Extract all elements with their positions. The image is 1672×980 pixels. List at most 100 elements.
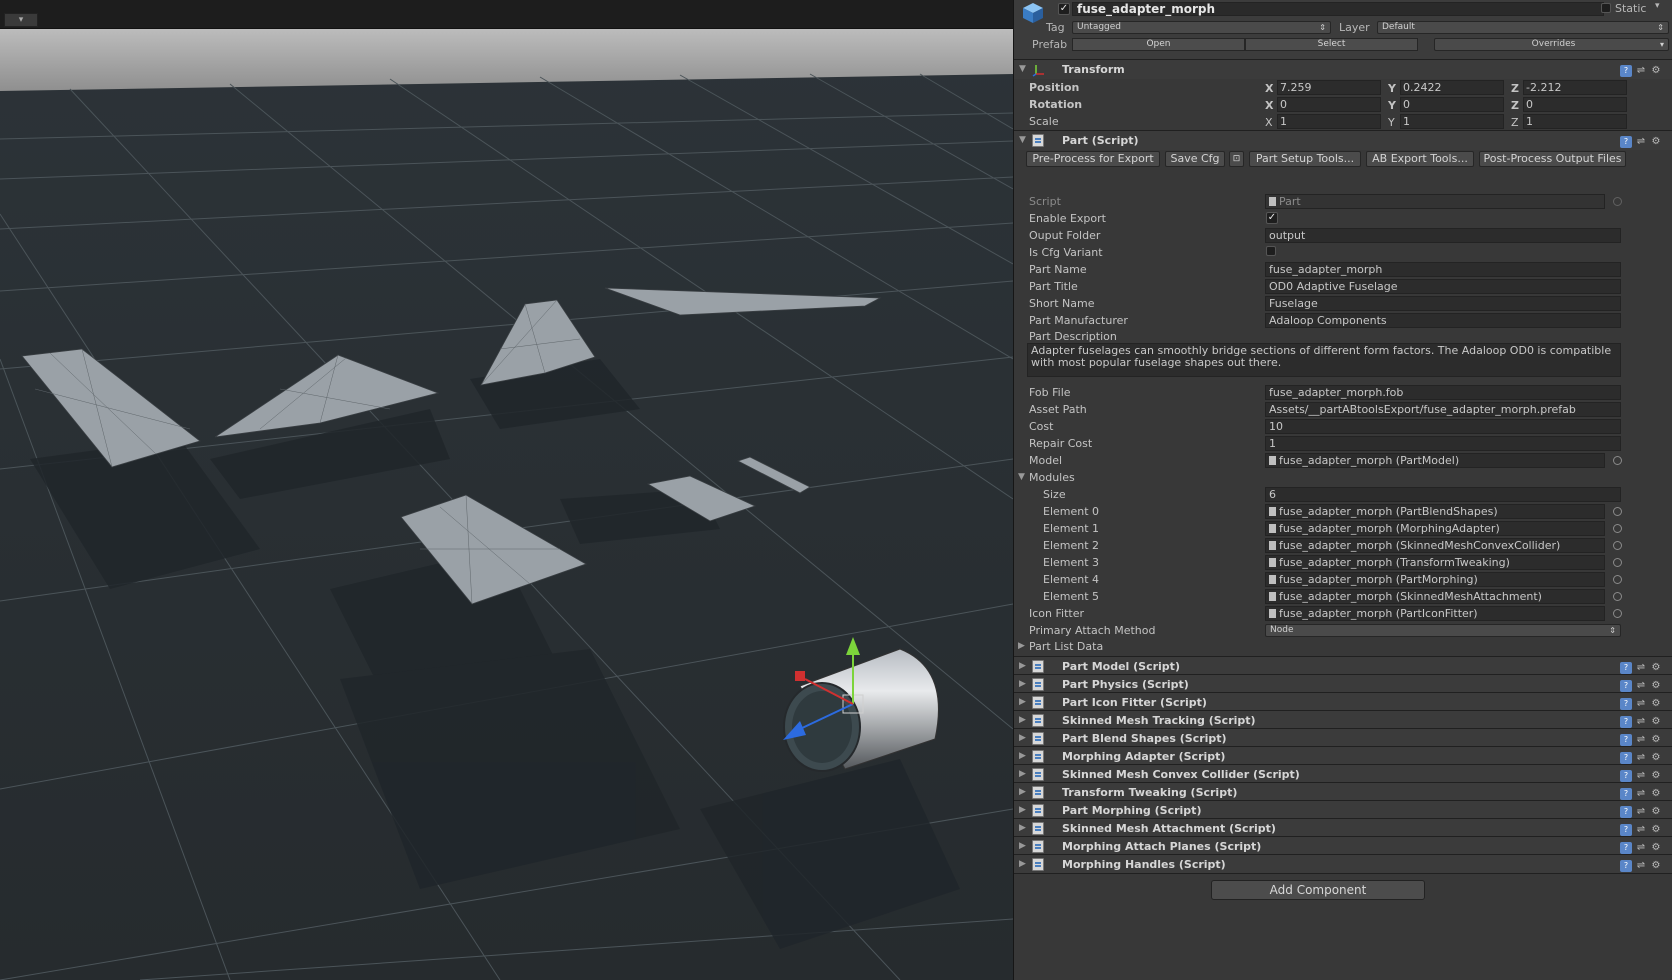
- foldout-collapsed-icon[interactable]: ▶: [1019, 679, 1026, 689]
- static-dropdown-arrow[interactable]: ▾: [1655, 1, 1660, 11]
- preset-icon[interactable]: ⇌: [1635, 65, 1647, 77]
- foldout-expanded-icon[interactable]: ▼: [1019, 64, 1026, 74]
- repair-cost-field[interactable]: 1: [1265, 436, 1621, 451]
- help-book-icon[interactable]: ?: [1620, 698, 1632, 710]
- post-process-output-button[interactable]: Post-Process Output Files: [1479, 151, 1626, 167]
- component-header[interactable]: ▶ Morphing Handles (Script) ? ⇌ ⚙: [1014, 854, 1672, 874]
- component-header[interactable]: ▶ Skinned Mesh Tracking (Script) ? ⇌ ⚙: [1014, 710, 1672, 730]
- enable-export-checkbox[interactable]: ✓: [1266, 212, 1278, 224]
- tag-dropdown[interactable]: Untagged ⇕: [1072, 21, 1331, 34]
- element-field[interactable]: fuse_adapter_morph (SkinnedMeshConvexCol…: [1265, 538, 1605, 553]
- foldout-collapsed-icon[interactable]: ▶: [1019, 841, 1026, 851]
- component-header[interactable]: ▶ Part Physics (Script) ? ⇌ ⚙: [1014, 674, 1672, 694]
- component-header[interactable]: ▶ Skinned Mesh Attachment (Script) ? ⇌ ⚙: [1014, 818, 1672, 838]
- gear-icon[interactable]: ⚙: [1650, 136, 1662, 148]
- short-name-field[interactable]: Fuselage: [1265, 296, 1621, 311]
- foldout-collapsed-icon[interactable]: ▶: [1019, 697, 1026, 707]
- layer-dropdown[interactable]: Default ⇕: [1377, 21, 1669, 34]
- modules-row[interactable]: ▼ Modules: [1014, 469, 1672, 486]
- preset-icon[interactable]: ⇌: [1635, 788, 1647, 800]
- gear-icon[interactable]: ⚙: [1650, 806, 1662, 818]
- help-book-icon[interactable]: ?: [1620, 65, 1632, 77]
- foldout-expanded-icon[interactable]: ▼: [1018, 472, 1025, 482]
- gear-icon[interactable]: ⚙: [1650, 860, 1662, 872]
- ouput-folder-field[interactable]: output: [1265, 228, 1621, 243]
- help-book-icon[interactable]: ?: [1620, 806, 1632, 818]
- ab-export-tools-button[interactable]: AB Export Tools...: [1366, 151, 1474, 167]
- part-name-field[interactable]: fuse_adapter_morph: [1265, 262, 1621, 277]
- active-checkbox[interactable]: ✓: [1058, 3, 1070, 15]
- preset-icon[interactable]: ⇌: [1635, 680, 1647, 692]
- gear-icon[interactable]: ⚙: [1650, 824, 1662, 836]
- foldout-collapsed-icon[interactable]: ▶: [1019, 661, 1026, 671]
- foldout-expanded-icon[interactable]: ▼: [1019, 135, 1026, 145]
- help-book-icon[interactable]: ?: [1620, 860, 1632, 872]
- help-book-icon[interactable]: ?: [1620, 824, 1632, 836]
- preset-icon[interactable]: ⇌: [1635, 136, 1647, 148]
- element-field[interactable]: fuse_adapter_morph (TransformTweaking): [1265, 555, 1605, 570]
- preset-icon[interactable]: ⇌: [1635, 842, 1647, 854]
- object-picker-icon[interactable]: [1613, 541, 1622, 550]
- preset-icon[interactable]: ⇌: [1635, 734, 1647, 746]
- object-picker-icon[interactable]: [1613, 575, 1622, 584]
- part-script-header[interactable]: ▼ Part (Script) ? ⇌ ⚙: [1014, 130, 1672, 150]
- part-title-field[interactable]: OD0 Adaptive Fuselage: [1265, 279, 1621, 294]
- gear-icon[interactable]: ⚙: [1650, 752, 1662, 764]
- icon-fitter-field[interactable]: fuse_adapter_morph (PartIconFitter): [1265, 606, 1605, 621]
- preset-icon[interactable]: ⇌: [1635, 860, 1647, 872]
- object-picker-icon[interactable]: [1613, 456, 1622, 465]
- scene-camera-dropdown[interactable]: ▾: [4, 13, 38, 27]
- component-header[interactable]: ▶ Transform Tweaking (Script) ? ⇌ ⚙: [1014, 782, 1672, 802]
- component-header[interactable]: ▶ Skinned Mesh Convex Collider (Script) …: [1014, 764, 1672, 784]
- fob-file-field[interactable]: fuse_adapter_morph.fob: [1265, 385, 1621, 400]
- foldout-collapsed-icon[interactable]: ▶: [1019, 715, 1026, 725]
- object-picker-icon[interactable]: [1613, 507, 1622, 516]
- preset-icon[interactable]: ⇌: [1635, 662, 1647, 674]
- gear-icon[interactable]: ⚙: [1650, 734, 1662, 746]
- help-book-icon[interactable]: ?: [1620, 662, 1632, 674]
- gear-icon[interactable]: ⚙: [1650, 788, 1662, 800]
- size-field[interactable]: 6: [1265, 487, 1621, 502]
- gear-icon[interactable]: ⚙: [1650, 65, 1662, 77]
- component-header[interactable]: ▶ Morphing Adapter (Script) ? ⇌ ⚙: [1014, 746, 1672, 766]
- pre-process-export-button[interactable]: Pre-Process for Export: [1026, 151, 1160, 167]
- model-field[interactable]: fuse_adapter_morph (PartModel): [1265, 453, 1605, 468]
- foldout-collapsed-icon[interactable]: ▶: [1019, 787, 1026, 797]
- element-field[interactable]: fuse_adapter_morph (MorphingAdapter): [1265, 521, 1605, 536]
- scene-view[interactable]: ▾: [0, 0, 1013, 980]
- help-book-icon[interactable]: ?: [1620, 734, 1632, 746]
- help-book-icon[interactable]: ?: [1620, 842, 1632, 854]
- object-picker-icon[interactable]: [1613, 609, 1622, 618]
- help-book-icon[interactable]: ?: [1620, 716, 1632, 728]
- preset-icon[interactable]: ⇌: [1635, 752, 1647, 764]
- copy-cfg-icon[interactable]: ⊡: [1229, 151, 1244, 167]
- object-picker-icon[interactable]: [1613, 592, 1622, 601]
- gizmo-x-handle[interactable]: [795, 671, 805, 681]
- preset-icon[interactable]: ⇌: [1635, 824, 1647, 836]
- gear-icon[interactable]: ⚙: [1650, 662, 1662, 674]
- cost-field[interactable]: 10: [1265, 419, 1621, 434]
- gear-icon[interactable]: ⚙: [1650, 842, 1662, 854]
- foldout-collapsed-icon[interactable]: ▶: [1019, 823, 1026, 833]
- preset-icon[interactable]: ⇌: [1635, 698, 1647, 710]
- add-component-button[interactable]: Add Component: [1211, 880, 1425, 900]
- asset-path-field[interactable]: Assets/__partABtoolsExport/fuse_adapter_…: [1265, 402, 1621, 417]
- help-book-icon[interactable]: ?: [1620, 788, 1632, 800]
- preset-icon[interactable]: ⇌: [1635, 770, 1647, 782]
- prefab-overrides-dropdown[interactable]: Overrides ▾: [1434, 38, 1669, 51]
- primary-attach-dropdown[interactable]: Node ⇕: [1265, 624, 1621, 637]
- foldout-collapsed-icon[interactable]: ▶: [1018, 641, 1025, 651]
- help-book-icon[interactable]: ?: [1620, 136, 1632, 148]
- help-book-icon[interactable]: ?: [1620, 770, 1632, 782]
- gameobject-name-field[interactable]: fuse_adapter_morph: [1072, 2, 1604, 16]
- component-header[interactable]: ▶ Part Model (Script) ? ⇌ ⚙: [1014, 656, 1672, 676]
- object-picker-icon[interactable]: [1613, 558, 1622, 567]
- gear-icon[interactable]: ⚙: [1650, 770, 1662, 782]
- save-cfg-button[interactable]: Save Cfg: [1165, 151, 1225, 167]
- part-list-data-row[interactable]: ▶ Part List Data: [1014, 638, 1672, 655]
- foldout-collapsed-icon[interactable]: ▶: [1019, 733, 1026, 743]
- preset-icon[interactable]: ⇌: [1635, 716, 1647, 728]
- part-setup-tools-button[interactable]: Part Setup Tools...: [1249, 151, 1361, 167]
- part-manufacturer-field[interactable]: Adaloop Components: [1265, 313, 1621, 328]
- foldout-collapsed-icon[interactable]: ▶: [1019, 859, 1026, 869]
